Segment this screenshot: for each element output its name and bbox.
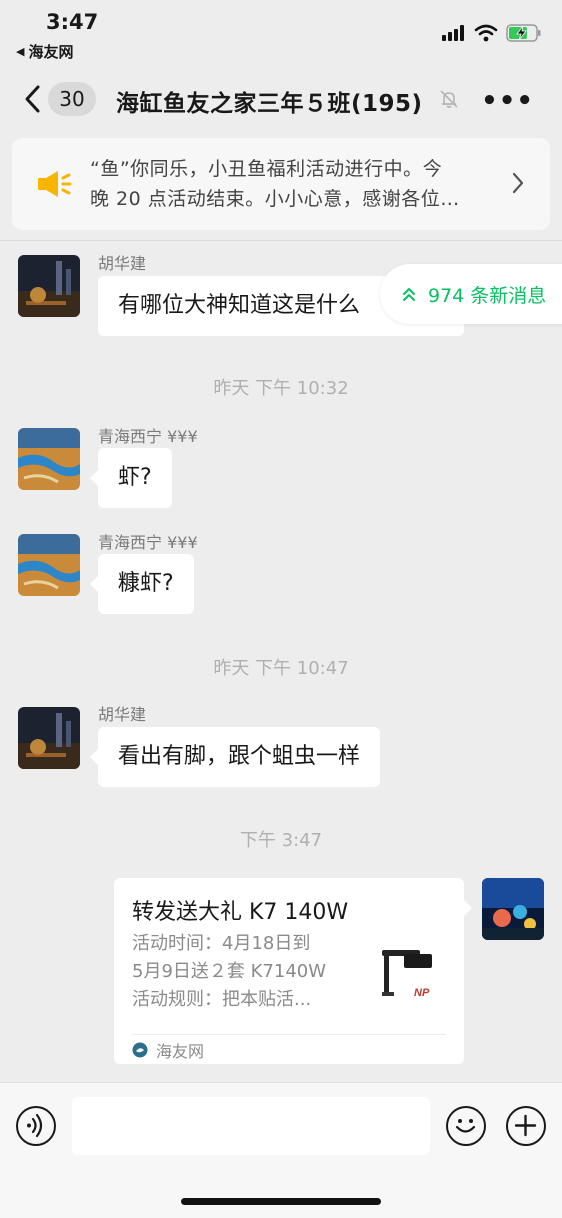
back-to-app[interactable]: ◀ 海友网 (16, 41, 73, 62)
chat-header: 30 海缸鱼友之家三年５班(195) ••• (0, 70, 562, 128)
link-card-desc-line: 活动时间：4月18日到 (132, 933, 311, 954)
voice-icon[interactable] (16, 1106, 56, 1146)
message-bubble[interactable]: 糠虾? (90, 554, 194, 614)
divider (0, 240, 562, 241)
status-icons (442, 24, 542, 42)
battery-charging-icon (506, 24, 541, 42)
avatar[interactable] (18, 707, 80, 769)
signal-icon (442, 25, 464, 41)
chat-title: 海缸鱼友之家三年５班(195) (116, 91, 423, 117)
link-card-source: 海友网 (132, 1038, 204, 1062)
unread-count-badge[interactable]: 30 (48, 82, 96, 116)
timestamp: 昨天 下午 10:47 (213, 658, 349, 679)
avatar[interactable] (18, 534, 80, 596)
chevron-right-icon (512, 172, 524, 194)
message-input[interactable] (72, 1097, 430, 1155)
back-triangle-icon: ◀ (16, 45, 25, 58)
link-card-desc-line: 活动规则：把本贴活... (132, 989, 312, 1010)
source-logo-icon (132, 1042, 148, 1058)
home-indicator[interactable] (181, 1198, 381, 1205)
sender-name: 青海西宁 ¥¥¥ (98, 427, 198, 446)
link-card-title: 转发送大礼 K7 140W (132, 900, 349, 925)
my-avatar[interactable] (482, 878, 544, 940)
speaker-icon (38, 171, 72, 197)
announcement-text: “鱼”你同乐，小丑鱼福利活动进行中。今 晚 20 点活动结束。小小心意，感谢各位… (90, 154, 500, 214)
sender-name: 青海西宁 ¥¥¥ (98, 533, 198, 552)
new-messages-pill[interactable]: 974 条新消息 (380, 264, 562, 324)
status-bar: 3:47 ◀ 海友网 (0, 0, 562, 66)
bell-muted-icon (440, 90, 458, 108)
plus-icon[interactable] (506, 1106, 546, 1146)
wifi-icon (474, 24, 498, 42)
message-bubble[interactable]: 看出有脚，跟个蛆虫一样 (89, 727, 381, 787)
new-messages-label: 974 条新消息 (428, 284, 547, 307)
timestamp: 下午 3:47 (239, 830, 323, 851)
link-card-separator (132, 1034, 446, 1035)
status-time: 3:47 (46, 10, 99, 34)
more-dots-icon[interactable]: ••• (481, 86, 534, 116)
group-announcement[interactable]: “鱼”你同乐，小丑鱼福利活动进行中。今 晚 20 点活动结束。小小心意，感谢各位… (12, 138, 550, 230)
thumb-logo: NP (414, 987, 430, 999)
message-bubble[interactable]: 虾? (90, 448, 172, 508)
link-card[interactable]: 转发送大礼 K7 140W 活动时间：4月18日到 5月9日送２套 K7140W… (114, 878, 472, 1064)
back-app-label: 海友网 (28, 43, 74, 61)
double-chevron-up-icon (403, 288, 415, 301)
link-card-description: 活动时间：4月18日到 5月9日送２套 K7140W 活动规则：把本贴活... (132, 930, 362, 1014)
sender-name: 胡华建 (98, 254, 147, 273)
emoji-icon[interactable] (446, 1106, 486, 1146)
announcement-line-2: 晚 20 点活动结束。小小心意，感谢各位… (90, 188, 460, 210)
avatar[interactable] (18, 255, 80, 317)
link-card-source-label: 海友网 (156, 1042, 205, 1061)
link-card-desc-line: 5月9日送２套 K7140W (132, 961, 327, 982)
link-card-thumbnail: NP (376, 940, 446, 1010)
avatar[interactable] (18, 428, 80, 490)
announcement-line-1: “鱼”你同乐，小丑鱼福利活动进行中。今 (90, 158, 443, 180)
timestamp: 昨天 下午 10:32 (213, 378, 349, 399)
chevron-left-icon[interactable] (22, 84, 42, 114)
sender-name: 胡华建 (98, 705, 147, 724)
